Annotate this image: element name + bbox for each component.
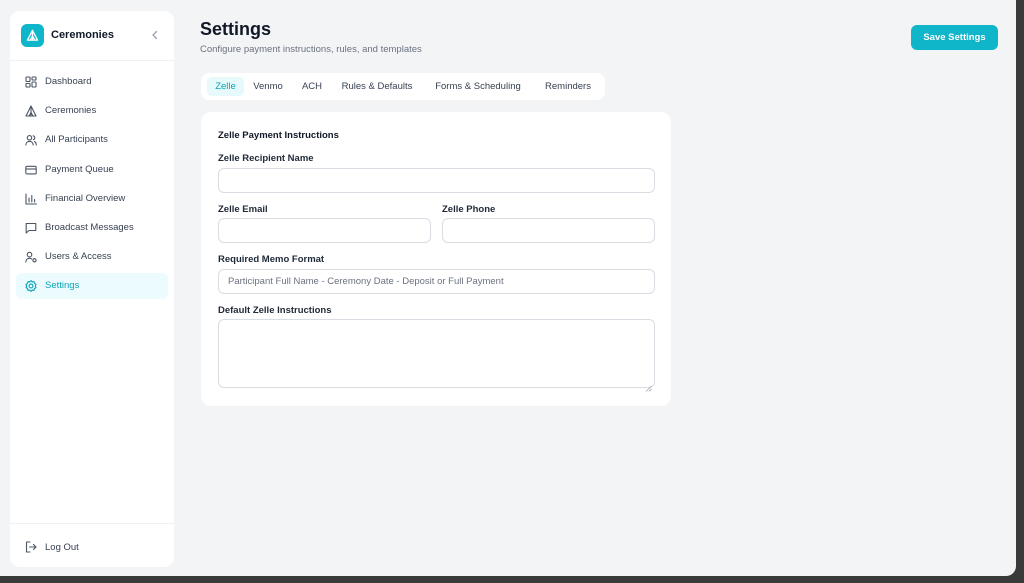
sidebar-item-users-access[interactable]: Users & Access [16,244,168,270]
logout-button[interactable]: Log Out [16,536,168,558]
save-settings-button[interactable]: Save Settings [911,25,998,50]
tab-zelle[interactable]: Zelle [207,77,244,96]
email-label: Zelle Email [218,204,268,215]
sidebar-item-label: Payment Queue [45,163,114,175]
page-title: Settings [200,19,272,39]
grid-icon [24,75,38,89]
logout-icon [24,540,38,554]
sidebar-footer: Log Out [10,523,174,567]
sidebar-item-ceremonies[interactable]: Ceremonies [16,98,168,124]
tab-reminders[interactable]: Reminders [537,77,599,96]
recipient-name-input[interactable] [218,168,655,193]
app-window: Ceremonies Dashboard Ceremonies All Part… [0,0,1016,576]
tab-forms-scheduling[interactable]: Forms & Scheduling [428,77,528,96]
sidebar-item-all-participants[interactable]: All Participants [16,127,168,153]
ceremony-icon [24,104,38,118]
sidebar-nav: Dashboard Ceremonies All Participants Pa… [16,69,168,303]
tab-venmo[interactable]: Venmo [247,77,289,96]
brand-title: Ceremonies [51,29,114,41]
chevron-left-icon[interactable] [149,28,161,42]
memo-format-input[interactable] [218,269,655,294]
sidebar-item-financial-overview[interactable]: Financial Overview [16,186,168,212]
sidebar-item-label: All Participants [45,134,108,146]
sidebar-item-settings[interactable]: Settings [16,273,168,300]
zelle-settings-card: Zelle Payment Instructions Zelle Recipie… [201,112,671,406]
bar-chart-icon [24,192,38,206]
credit-card-icon [24,163,38,177]
sidebar-item-label: Settings [45,280,80,292]
sidebar-item-label: Ceremonies [45,105,97,117]
sidebar-item-broadcast-messages[interactable]: Broadcast Messages [16,215,168,241]
tab-ach[interactable]: ACH [295,77,329,96]
instructions-label: Default Zelle Instructions [218,305,332,316]
resize-grip-icon[interactable] [645,379,652,392]
sidebar-item-label: Dashboard [45,76,92,87]
phone-input[interactable] [442,218,655,243]
tab-rules-defaults[interactable]: Rules & Defaults [335,77,419,96]
page-subtitle: Configure payment instructions, rules, a… [200,44,422,55]
card-title: Zelle Payment Instructions [218,130,339,141]
sidebar-item-label: Financial Overview [45,192,126,204]
gear-icon [24,279,38,293]
sidebar: Ceremonies Dashboard Ceremonies All Part… [10,11,174,567]
recipient-name-label: Zelle Recipient Name [218,153,314,164]
settings-tabs: Zelle Venmo ACH Rules & Defaults Forms &… [201,73,605,100]
sidebar-item-payment-queue[interactable]: Payment Queue [16,157,168,183]
sidebar-brand: Ceremonies [10,11,174,61]
user-settings-icon [24,250,38,264]
memo-format-label: Required Memo Format [218,254,325,265]
sidebar-item-label: Broadcast Messages [45,221,134,233]
email-input[interactable] [218,218,431,243]
message-icon [24,221,38,235]
ceremony-logo-icon [21,24,44,47]
sidebar-item-label: Users & Access [45,251,112,263]
instructions-textarea[interactable] [218,319,655,388]
phone-label: Zelle Phone [442,204,496,215]
logout-label: Log Out [45,542,79,553]
sidebar-item-dashboard[interactable]: Dashboard [16,69,168,95]
users-icon [24,133,38,147]
